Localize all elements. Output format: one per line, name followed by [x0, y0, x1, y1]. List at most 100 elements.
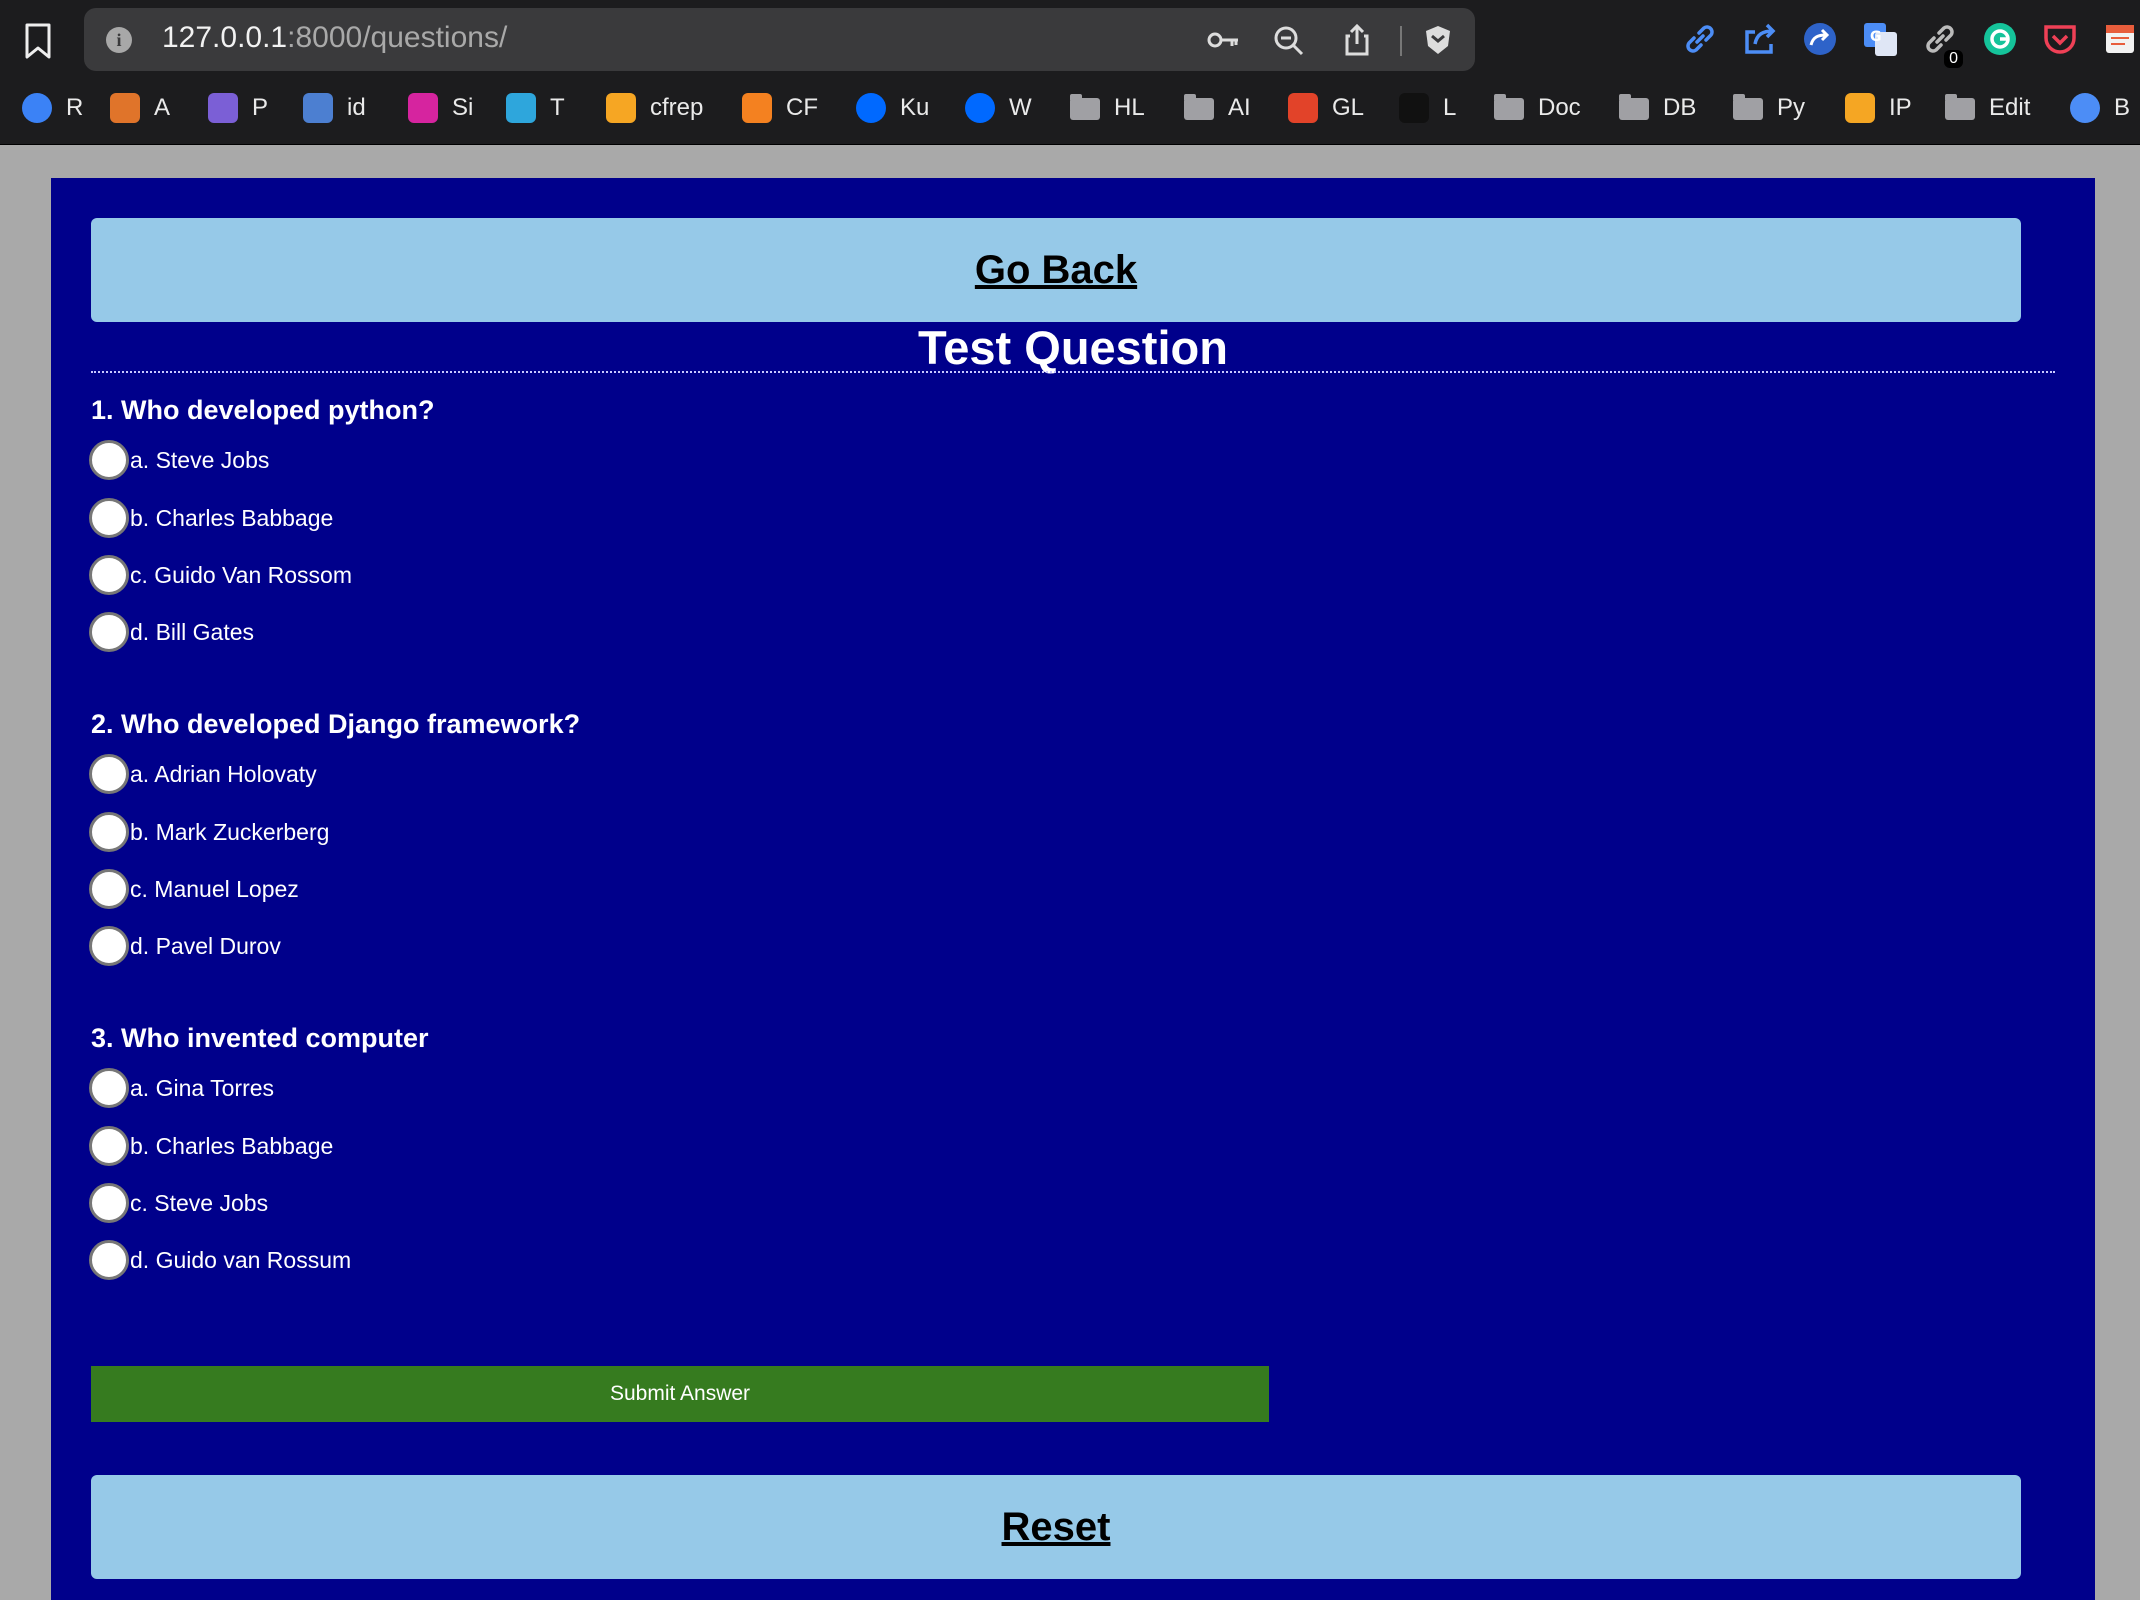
- bookmark-b[interactable]: B: [2070, 88, 2130, 128]
- answer-option[interactable]: b. Charles Babbage: [89, 496, 333, 540]
- bookmark-ip[interactable]: IP: [1845, 88, 1912, 128]
- answer-option[interactable]: d. Bill Gates: [89, 610, 254, 654]
- bookmark-hl[interactable]: HL: [1070, 88, 1145, 128]
- answer-option[interactable]: d. Pavel Durov: [89, 924, 281, 968]
- url-text[interactable]: 127.0.0.1:8000/questions/: [162, 21, 507, 55]
- answer-option[interactable]: a. Steve Jobs: [89, 438, 269, 482]
- bookmark-gl[interactable]: GL: [1288, 88, 1364, 128]
- option-label: c. Guido Van Rossom: [130, 561, 353, 588]
- radio-button[interactable]: [89, 612, 129, 652]
- submit-answer-label: Submit Answer: [609, 1382, 751, 1405]
- option-label: a. Steve Jobs: [130, 446, 270, 473]
- bookmark-label: Edit: [1989, 94, 2031, 121]
- answer-option[interactable]: d. Guido van Rossum: [89, 1238, 351, 1282]
- bookmark-label: T: [550, 94, 565, 121]
- svg-text:G: G: [1870, 29, 1882, 45]
- bookmark-label: IP: [1889, 94, 1912, 121]
- question-text: 1. Who developed python?: [91, 395, 435, 425]
- radio-button[interactable]: [89, 926, 129, 966]
- bookmark-id[interactable]: id: [303, 88, 366, 128]
- pocket-icon[interactable]: [2041, 20, 2079, 58]
- bookmark-py[interactable]: Py: [1733, 88, 1805, 128]
- answer-option[interactable]: c. Manuel Lopez: [89, 867, 299, 911]
- instagram-icon: [408, 93, 438, 123]
- bookmark-doc[interactable]: Doc: [1494, 88, 1581, 128]
- bookmark-icon[interactable]: [22, 22, 54, 60]
- radio-button[interactable]: [89, 1183, 129, 1223]
- option-label: d. Guido van Rossum: [130, 1246, 352, 1273]
- bookmark-label: HL: [1114, 94, 1145, 121]
- bookmark-ai[interactable]: AI: [1184, 88, 1251, 128]
- bookmark-label: CF: [786, 94, 818, 121]
- option-label: d. Bill Gates: [130, 618, 254, 645]
- radio-button[interactable]: [89, 869, 129, 909]
- calendar-extension-icon[interactable]: [2101, 20, 2139, 58]
- bookmark-w[interactable]: W: [965, 88, 1032, 128]
- bookmark-db[interactable]: DB: [1619, 88, 1696, 128]
- radio-button[interactable]: [89, 498, 129, 538]
- site-info-icon[interactable]: i: [106, 27, 132, 53]
- folder-icon: [1945, 94, 1975, 120]
- link-counter-extension[interactable]: 0: [1921, 20, 1963, 68]
- bookmark-label: R: [66, 94, 84, 121]
- bookmark-t[interactable]: T: [506, 88, 565, 128]
- go-back-button[interactable]: Go Back: [91, 218, 2021, 322]
- radio-button[interactable]: [89, 812, 129, 852]
- bookmark-label: Doc: [1538, 94, 1581, 121]
- reset-button[interactable]: Reset: [91, 1475, 2021, 1579]
- bookmark-label: GL: [1332, 94, 1365, 121]
- bookmark-label: DB: [1663, 94, 1697, 121]
- radio-button[interactable]: [89, 1126, 129, 1166]
- share-out-icon[interactable]: [1741, 20, 1779, 58]
- translate-icon[interactable]: G: [1861, 20, 1899, 58]
- bookmark-label: W: [1009, 94, 1032, 121]
- link-icon[interactable]: [1681, 20, 1719, 58]
- radio-button[interactable]: [89, 555, 129, 595]
- bookmark-cf[interactable]: CF: [742, 88, 818, 128]
- folder-icon: [1184, 94, 1214, 120]
- answer-option[interactable]: b. Charles Babbage: [89, 1124, 333, 1168]
- zoom-out-icon[interactable]: [1272, 24, 1306, 56]
- bookmark-label: cfrep: [650, 94, 704, 121]
- question-3: 3. Who invented computer a. Gina Torres b.…: [89, 1018, 429, 1280]
- app-icon: [110, 93, 140, 123]
- answer-option[interactable]: c. Guido Van Rossom: [89, 553, 352, 597]
- address-bar[interactable]: i 127.0.0.1:8000/questions/: [84, 8, 1475, 71]
- bookmark-label: id: [347, 94, 366, 121]
- option-label: a. Gina Torres: [130, 1074, 275, 1101]
- bookmark-cfrep[interactable]: cfrep: [606, 88, 703, 128]
- share-icon[interactable]: [1340, 24, 1374, 56]
- radio-button[interactable]: [89, 1240, 129, 1280]
- submit-answer-button[interactable]: Submit Answer: [91, 1366, 1269, 1422]
- bookmark-l[interactable]: L: [1399, 88, 1456, 128]
- answer-option[interactable]: a. Adrian Holovaty: [89, 752, 317, 796]
- grammarly-icon[interactable]: [1981, 20, 2019, 58]
- browser-chrome: i 127.0.0.1:8000/questions/ G 0 R A P id…: [0, 0, 2140, 145]
- folder-icon: [1494, 94, 1524, 120]
- swirl-icon: [1399, 93, 1429, 123]
- bookmark-label: L: [1443, 94, 1457, 121]
- radio-button[interactable]: [89, 754, 129, 794]
- bookmark-label: Si: [452, 94, 474, 121]
- bookmark-ku[interactable]: Ku: [856, 88, 929, 128]
- chrome-divider: [0, 144, 2140, 145]
- bookmark-r[interactable]: R: [22, 88, 83, 128]
- reset-label: Reset: [1001, 1504, 1111, 1549]
- bookmark-si[interactable]: Si: [408, 88, 473, 128]
- url-host: 127.0.0.1: [162, 21, 288, 54]
- bookmark-a[interactable]: A: [110, 88, 170, 128]
- answer-option[interactable]: a. Gina Torres: [89, 1066, 274, 1110]
- radio-button[interactable]: [89, 440, 129, 480]
- url-separator: [1400, 26, 1402, 56]
- bookmark-edit[interactable]: Edit: [1945, 88, 2030, 128]
- calendar-icon: [303, 93, 333, 123]
- option-label: b. Charles Babbage: [130, 1132, 334, 1159]
- bookmark-p[interactable]: P: [208, 88, 268, 128]
- brave-shield-icon[interactable]: [1421, 24, 1455, 56]
- radio-button[interactable]: [89, 1068, 129, 1108]
- answer-option[interactable]: c. Steve Jobs: [89, 1181, 268, 1225]
- forward-arrow-icon[interactable]: [1801, 20, 1839, 58]
- option-label: d. Pavel Durov: [130, 932, 281, 959]
- answer-option[interactable]: b. Mark Zuckerberg: [89, 810, 329, 854]
- password-key-icon[interactable]: [1206, 24, 1240, 56]
